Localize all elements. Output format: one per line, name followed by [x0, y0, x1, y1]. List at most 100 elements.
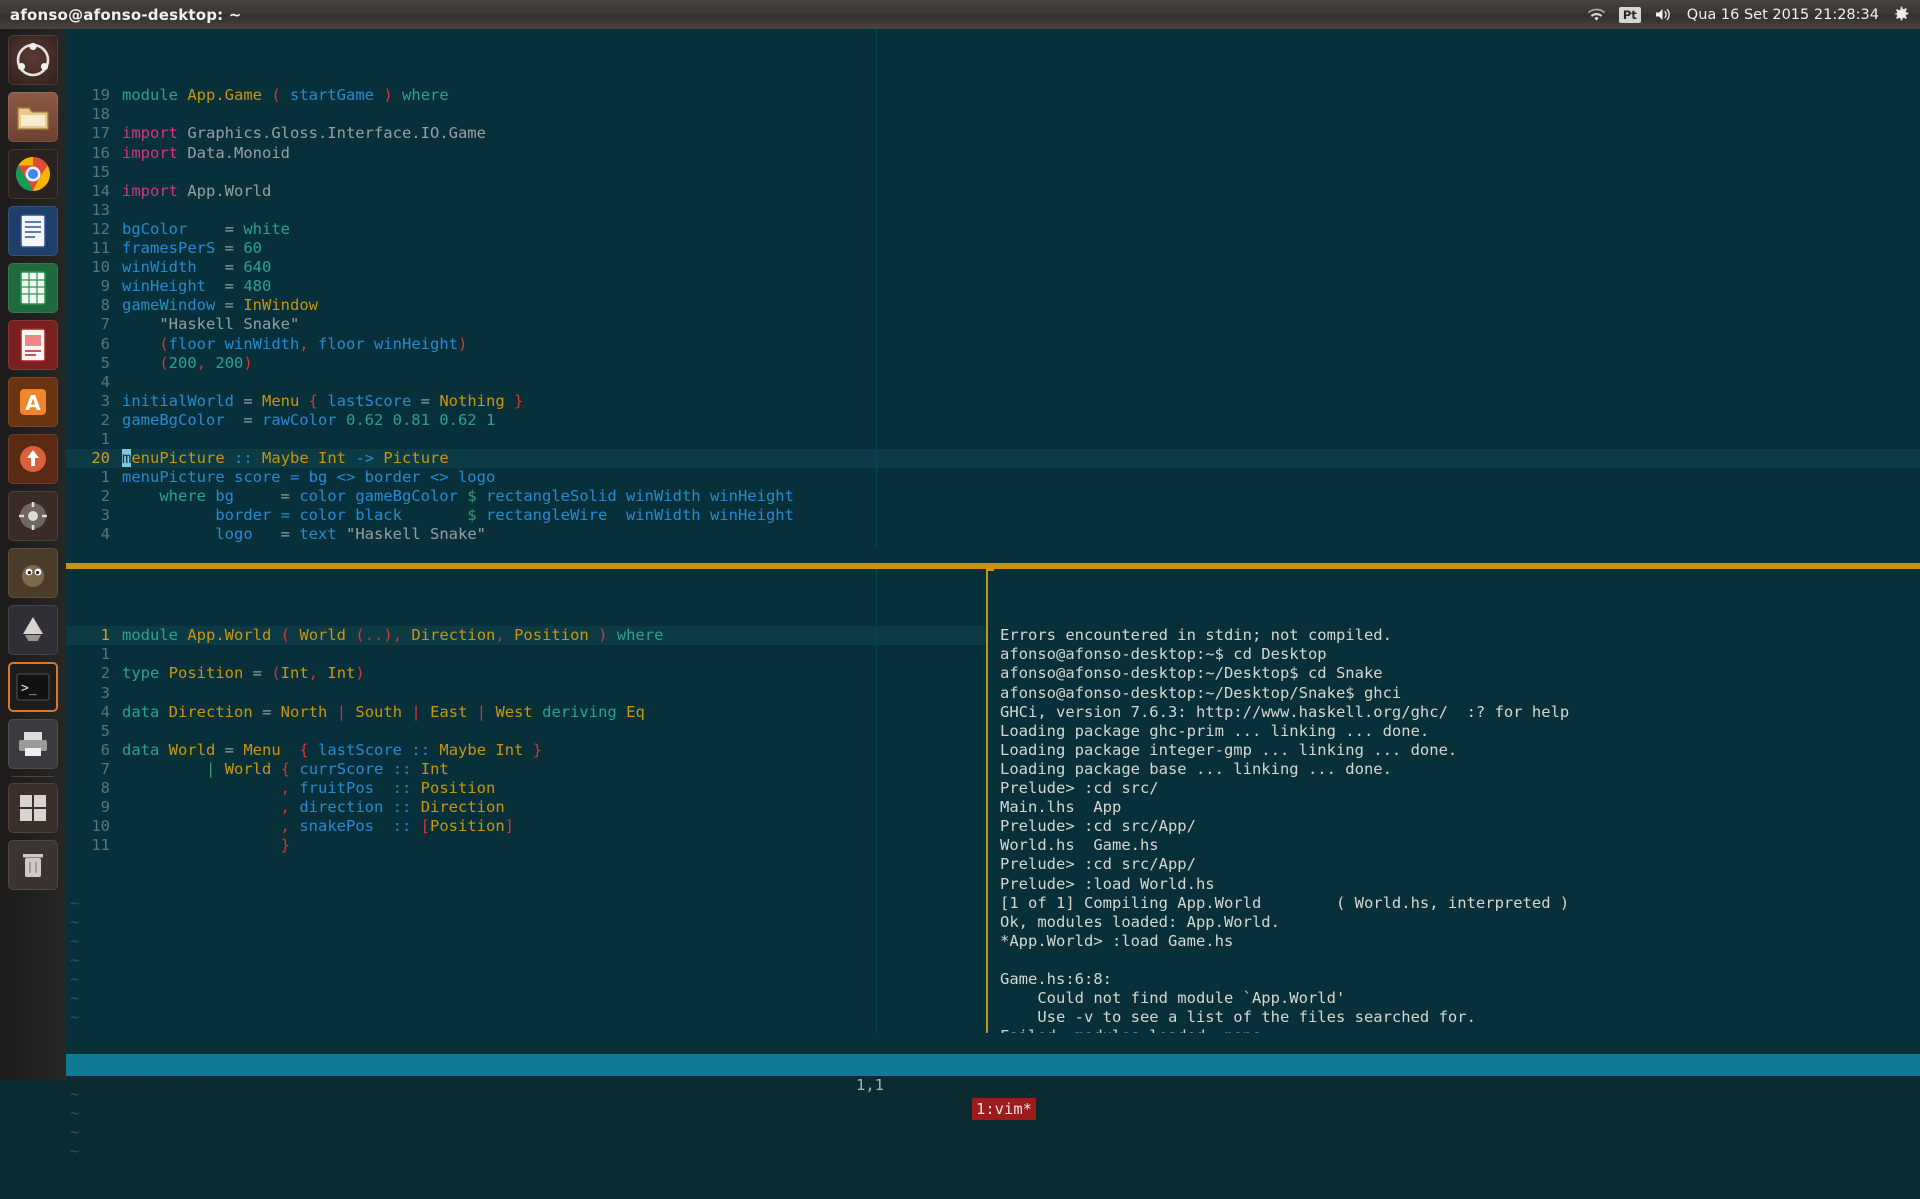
terminal-output-line: afonso@afonso-desktop:~$ cd Desktop	[1000, 645, 1327, 664]
tilde-glyph: ~	[70, 989, 80, 1008]
vim-pane-game-hs[interactable]: 19 module App.Game ( startGame ) where 18 1…	[66, 29, 1920, 582]
libreoffice-impress-icon[interactable]	[8, 320, 58, 370]
code-token: =	[252, 702, 281, 721]
code-line: 2 where bg = color gameBgColor $ rectang…	[66, 487, 1920, 506]
code-token: Int	[327, 664, 356, 683]
volume-icon[interactable]	[1655, 7, 1673, 22]
code-token: $	[467, 487, 477, 506]
code-line: 7 | World { currScore :: Int	[66, 760, 986, 779]
empty-line-marker: ~	[66, 951, 986, 970]
chrome-icon[interactable]	[8, 149, 58, 199]
code-token: Position	[514, 626, 589, 645]
ubuntu-software-center-icon[interactable]: A	[8, 377, 58, 427]
printers-icon[interactable]	[8, 719, 58, 769]
code-token: type	[122, 664, 169, 683]
libreoffice-writer-icon[interactable]	[8, 206, 58, 256]
terminal-output-line: World.hs Game.hs	[1000, 836, 1159, 855]
workspace-switcher-icon[interactable]	[8, 783, 58, 833]
launcher-divider	[12, 776, 54, 777]
code-token: ::	[234, 449, 253, 468]
trash-icon[interactable]	[8, 840, 58, 890]
empty-line-marker: ~	[66, 989, 986, 1008]
code-token: floor winHeight	[308, 334, 458, 353]
terminal-output-line: Game.hs:6:8:	[1000, 969, 1112, 988]
terminal-output-line: GHCi, version 7.6.3: http://www.haskell.…	[1000, 702, 1570, 721]
code-token: import	[122, 124, 188, 143]
code-token: App.World	[187, 626, 272, 645]
unity-top-panel: afonso@afonso-desktop: ~ Pt Qua 16 Set 2…	[0, 0, 1920, 29]
code-token: ::	[392, 759, 412, 778]
code-token: World	[224, 759, 272, 778]
line-number: 6	[100, 740, 110, 759]
wifi-icon[interactable]	[1587, 8, 1605, 22]
gimp-icon[interactable]	[8, 548, 58, 598]
clock[interactable]: Qua 16 Set 2015 21:28:34	[1687, 7, 1879, 23]
code-token: data	[122, 702, 169, 721]
code-line: 18	[66, 105, 1920, 124]
terminal-output-line: Loading package integer-gmp ... linking …	[1000, 740, 1458, 759]
code-token: 200	[215, 353, 244, 372]
tmux-window-active[interactable]: 1:vim*	[972, 1098, 1036, 1120]
libreoffice-calc-icon[interactable]	[8, 263, 58, 313]
line-number: 12	[91, 219, 110, 238]
code-token: [	[420, 817, 431, 836]
code-token: data	[122, 740, 169, 759]
ghci-pane-border	[986, 569, 988, 1054]
code-token: Eq	[626, 702, 645, 721]
code-token: 60	[243, 239, 262, 258]
line-number: 8	[100, 296, 110, 315]
ubuntu-dash-icon[interactable]	[8, 35, 58, 85]
empty-line-marker: ~	[66, 1123, 986, 1142]
code-token: Int	[420, 759, 449, 778]
code-line: 19 module App.Game ( startGame ) where	[66, 86, 1920, 105]
code-token: bgColor	[122, 219, 188, 238]
gear-icon[interactable]	[1893, 6, 1910, 23]
code-line: 20 menuPicture :: Maybe Int -> Picture	[66, 449, 1920, 469]
system-settings-icon[interactable]	[8, 491, 58, 541]
terminal-output-line: Ok, modules loaded: App.World.	[1000, 912, 1280, 931]
code-token: ::	[392, 798, 412, 817]
ghci-pane[interactable]: Errors encountered in stdin; not compile…	[986, 569, 1920, 1064]
line-number: 4	[100, 372, 110, 391]
code-line: 10 , snakePos :: [Position]	[66, 817, 986, 836]
line-number: 1	[100, 429, 110, 448]
line-number: 3	[100, 391, 110, 410]
line-number: 1	[100, 468, 110, 487]
keyboard-layout-indicator[interactable]: Pt	[1618, 6, 1641, 23]
code-token: )	[383, 86, 393, 105]
inkscape-icon[interactable]	[8, 605, 58, 655]
window-title: afonso@afonso-desktop: ~	[10, 5, 242, 24]
terminal-window[interactable]: 19 module App.Game ( startGame ) where 18 1…	[66, 29, 1920, 1160]
update-manager-icon[interactable]	[8, 434, 58, 484]
code-token: direction	[299, 798, 384, 817]
code-token: "Haskell Snake"	[159, 315, 300, 334]
code-token: World	[168, 740, 216, 759]
code-line: 7 "Haskell Snake"	[66, 315, 1920, 334]
code-token: color gameBgColor	[299, 487, 458, 506]
code-token: ,	[280, 779, 290, 798]
terminal-icon[interactable]: >_	[8, 662, 58, 712]
vim-pane-world-hs[interactable]: 1 module App.World ( World (..), Directio…	[66, 569, 986, 1160]
files-icon[interactable]	[8, 92, 58, 142]
code-token: winHeight	[122, 277, 206, 296]
code-token: 480	[243, 277, 272, 296]
line-number: 1	[100, 645, 110, 664]
line-number: 17	[91, 124, 110, 143]
